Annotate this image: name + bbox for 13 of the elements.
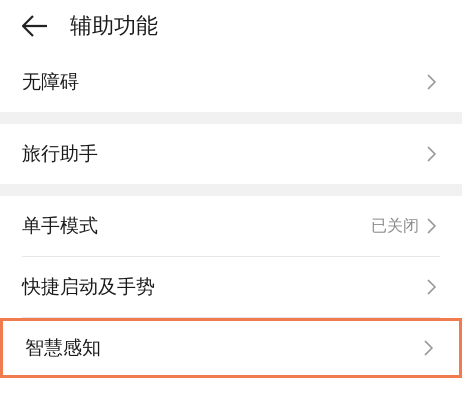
settings-row[interactable]: 无障碍 — [0, 52, 462, 112]
status-value: 已关闭 — [371, 215, 419, 237]
back-icon[interactable] — [22, 15, 48, 37]
settings-row[interactable]: 快捷启动及手势 — [0, 257, 462, 317]
settings-row[interactable]: 旅行助手 — [0, 124, 462, 184]
chevron-icon — [427, 146, 436, 162]
chevron-icon — [424, 340, 433, 356]
settings-row[interactable]: 单手模式 已关闭 — [0, 196, 462, 256]
page-title: 辅助功能 — [70, 12, 158, 40]
chevron-icon — [427, 74, 436, 90]
settings-row[interactable]: 智慧感知 — [0, 318, 462, 378]
chevron-icon — [427, 279, 436, 295]
chevron-icon — [427, 218, 436, 234]
